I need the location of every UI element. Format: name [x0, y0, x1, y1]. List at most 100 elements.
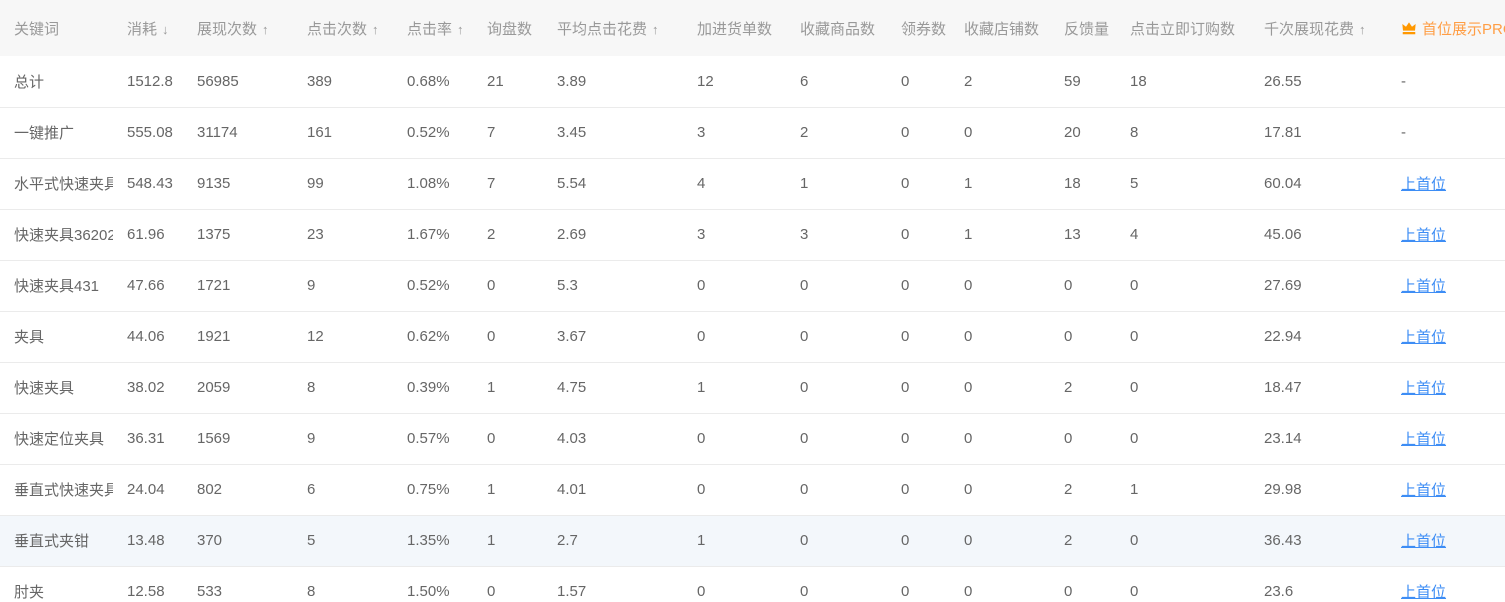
column-label-cpm: 千次展现花费 — [1264, 21, 1354, 38]
go-to-first-position-link[interactable]: 上首位 — [1401, 227, 1446, 244]
cell-inquiries: 2 — [473, 209, 543, 260]
cell-product-favorites: 0 — [786, 413, 887, 464]
cell-product-favorites: 0 — [786, 566, 887, 602]
cell-keyword: 快速定位夹具 — [0, 413, 113, 464]
cell-cpm: 22.94 — [1250, 311, 1387, 362]
cell-order-now-clicks: 1 — [1116, 464, 1250, 515]
column-label-avg-click-cost: 平均点击花费 — [557, 21, 647, 38]
cell-impressions: 1721 — [183, 260, 293, 311]
column-label-product-favorites: 收藏商品数 — [800, 21, 875, 38]
cell-order-now-clicks: 0 — [1116, 566, 1250, 602]
table-row: 夹具44.061921120.62%03.6700000022.94上首位 — [0, 311, 1505, 362]
cell-keyword: 垂直式夹钳 — [0, 515, 113, 566]
column-header-purchase-list-adds: 加进货单数 — [683, 0, 786, 56]
cell-impressions: 370 — [183, 515, 293, 566]
cell-feedback: 13 — [1050, 209, 1116, 260]
go-to-first-position-link[interactable]: 上首位 — [1401, 176, 1446, 193]
go-to-first-position-link[interactable]: 上首位 — [1401, 329, 1446, 346]
cell-inquiries: 1 — [473, 515, 543, 566]
cell-avg-click-cost: 5.54 — [543, 158, 683, 209]
cell-cpm: 18.47 — [1250, 362, 1387, 413]
cell-coupons-claimed: 0 — [887, 56, 950, 107]
column-header-cost[interactable]: 消耗↓ — [113, 0, 183, 56]
cell-pro-action: 上首位 — [1387, 413, 1505, 464]
cell-cost: 47.66 — [113, 260, 183, 311]
table-header: 关键词消耗↓展现次数↑点击次数↑点击率↑询盘数平均点击花费↑加进货单数收藏商品数… — [0, 0, 1505, 56]
go-to-first-position-link[interactable]: 上首位 — [1401, 533, 1446, 550]
cell-cpm: 23.6 — [1250, 566, 1387, 602]
cell-shop-favorites: 0 — [950, 362, 1050, 413]
cell-keyword: 一键推广 — [0, 107, 113, 158]
cell-product-favorites: 6 — [786, 56, 887, 107]
table-row: 一键推广555.08311741610.52%73.45320020817.81… — [0, 107, 1505, 158]
column-header-feedback: 反馈量 — [1050, 0, 1116, 56]
cell-shop-favorites: 0 — [950, 566, 1050, 602]
cell-order-now-clicks: 0 — [1116, 311, 1250, 362]
cell-cost: 61.96 — [113, 209, 183, 260]
go-to-first-position-link[interactable]: 上首位 — [1401, 431, 1446, 448]
cell-feedback: 18 — [1050, 158, 1116, 209]
column-header-clicks[interactable]: 点击次数↑ — [293, 0, 393, 56]
go-to-first-position-link[interactable]: 上首位 — [1401, 380, 1446, 397]
cell-inquiries: 0 — [473, 260, 543, 311]
cell-pro-action: 上首位 — [1387, 464, 1505, 515]
column-header-ctr[interactable]: 点击率↑ — [393, 0, 473, 56]
cell-impressions: 1375 — [183, 209, 293, 260]
go-to-first-position-link[interactable]: 上首位 — [1401, 278, 1446, 295]
column-header-avg-click-cost[interactable]: 平均点击花费↑ — [543, 0, 683, 56]
cell-pro-action: 上首位 — [1387, 260, 1505, 311]
cell-coupons-claimed: 0 — [887, 515, 950, 566]
cell-ctr: 1.50% — [393, 566, 473, 602]
cell-coupons-claimed: 0 — [887, 464, 950, 515]
cell-cpm: 60.04 — [1250, 158, 1387, 209]
column-header-shop-favorites: 收藏店铺数 — [950, 0, 1050, 56]
table-row: 总计1512.8569853890.68%213.8912602591826.5… — [0, 56, 1505, 107]
cell-inquiries: 0 — [473, 311, 543, 362]
cell-keyword: 肘夹 — [0, 566, 113, 602]
column-header-pro[interactable]: 首位展示PRO — [1387, 0, 1505, 56]
cell-coupons-claimed: 0 — [887, 566, 950, 602]
cell-avg-click-cost: 1.57 — [543, 566, 683, 602]
cell-impressions: 9135 — [183, 158, 293, 209]
cell-feedback: 0 — [1050, 413, 1116, 464]
cell-shop-favorites: 0 — [950, 311, 1050, 362]
cell-cpm: 17.81 — [1250, 107, 1387, 158]
column-header-impressions[interactable]: 展现次数↑ — [183, 0, 293, 56]
cell-order-now-clicks: 0 — [1116, 515, 1250, 566]
cell-ctr: 1.35% — [393, 515, 473, 566]
sort-up-icon: ↑ — [1359, 22, 1366, 37]
cell-avg-click-cost: 3.67 — [543, 311, 683, 362]
cell-impressions: 1569 — [183, 413, 293, 464]
table-header-row: 关键词消耗↓展现次数↑点击次数↑点击率↑询盘数平均点击花费↑加进货单数收藏商品数… — [0, 0, 1505, 56]
cell-avg-click-cost: 5.3 — [543, 260, 683, 311]
cell-avg-click-cost: 3.89 — [543, 56, 683, 107]
cell-feedback: 0 — [1050, 566, 1116, 602]
cell-shop-favorites: 0 — [950, 260, 1050, 311]
cell-clicks: 99 — [293, 158, 393, 209]
table-row: 垂直式夹钳13.4837051.35%12.710002036.43上首位 — [0, 515, 1505, 566]
cell-cost: 13.48 — [113, 515, 183, 566]
sort-up-icon: ↑ — [457, 22, 464, 37]
table-row: 快速定位夹具36.31156990.57%04.0300000023.14上首位 — [0, 413, 1505, 464]
cell-avg-click-cost: 4.03 — [543, 413, 683, 464]
cell-purchase-list-adds: 0 — [683, 311, 786, 362]
cell-avg-click-cost: 2.7 — [543, 515, 683, 566]
cell-impressions: 533 — [183, 566, 293, 602]
cell-cpm: 26.55 — [1250, 56, 1387, 107]
cell-product-favorites: 0 — [786, 515, 887, 566]
go-to-first-position-link[interactable]: 上首位 — [1401, 482, 1446, 499]
cell-purchase-list-adds: 12 — [683, 56, 786, 107]
cell-feedback: 59 — [1050, 56, 1116, 107]
cell-product-favorites: 2 — [786, 107, 887, 158]
cell-keyword: 快速夹具36202 — [0, 209, 113, 260]
cell-coupons-claimed: 0 — [887, 413, 950, 464]
cell-ctr: 0.62% — [393, 311, 473, 362]
cell-shop-favorites: 0 — [950, 107, 1050, 158]
column-label-inquiries: 询盘数 — [487, 21, 532, 38]
column-header-cpm[interactable]: 千次展现花费 ↑ — [1250, 0, 1387, 56]
cell-pro-action: 上首位 — [1387, 209, 1505, 260]
table-row: 快速夹具38.02205980.39%14.7510002018.47上首位 — [0, 362, 1505, 413]
cell-avg-click-cost: 2.69 — [543, 209, 683, 260]
cell-product-favorites: 1 — [786, 158, 887, 209]
go-to-first-position-link[interactable]: 上首位 — [1401, 584, 1446, 601]
